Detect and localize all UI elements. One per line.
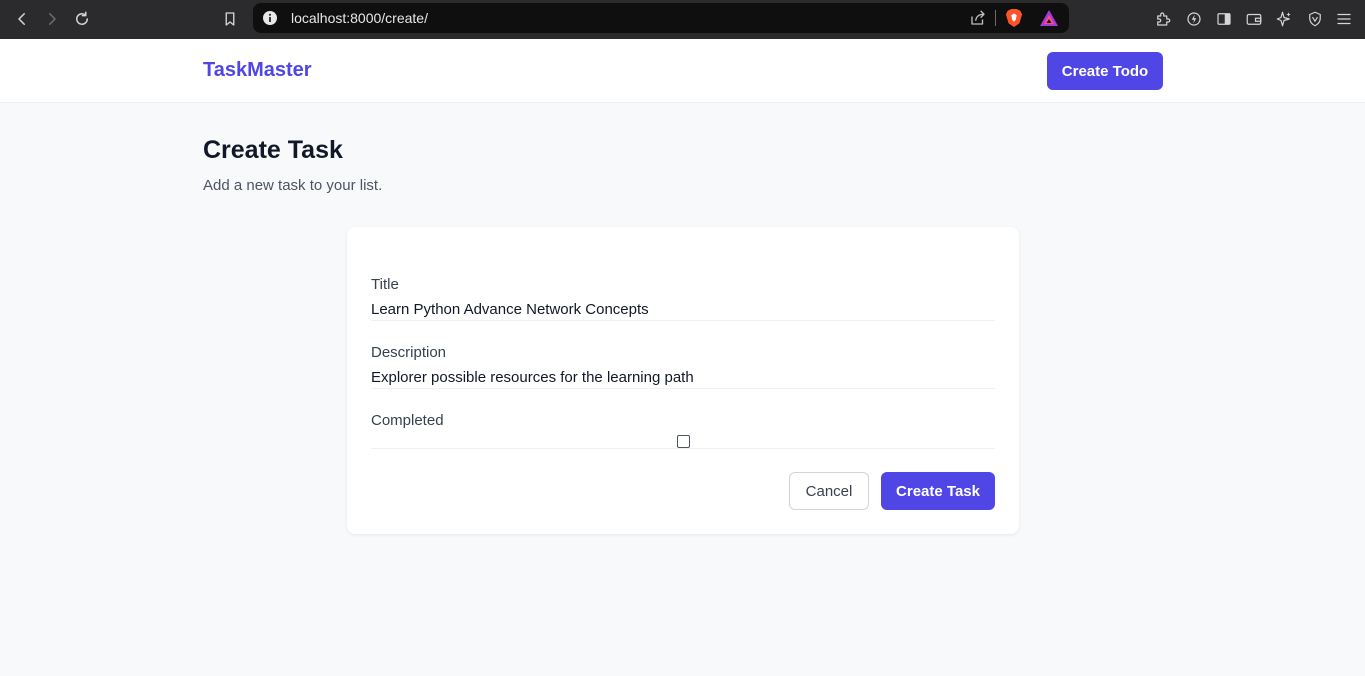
description-label: Description bbox=[371, 344, 447, 361]
site-info-icon[interactable] bbox=[262, 10, 278, 26]
title-label: Title bbox=[371, 276, 399, 293]
description-input[interactable] bbox=[371, 367, 995, 389]
reload-icon[interactable] bbox=[71, 8, 93, 30]
address-bar[interactable]: localhost:8000/create/ bbox=[253, 3, 1069, 33]
browser-toolbar: localhost:8000/create/ bbox=[0, 0, 1365, 39]
wallet-icon[interactable] bbox=[1244, 9, 1264, 29]
leo-ai-icon[interactable] bbox=[1184, 9, 1204, 29]
create-task-button[interactable]: Create Task bbox=[881, 472, 995, 510]
brave-shields-icon[interactable] bbox=[1005, 8, 1023, 28]
forward-arrow-icon[interactable] bbox=[41, 8, 63, 30]
sparkle-icon[interactable] bbox=[1274, 9, 1294, 29]
bookmark-icon[interactable] bbox=[219, 8, 241, 30]
completed-checkbox[interactable] bbox=[677, 435, 690, 448]
app-header: TaskMaster Create Todo bbox=[0, 39, 1365, 103]
page-title: Create Task bbox=[203, 136, 343, 164]
create-todo-button[interactable]: Create Todo bbox=[1047, 52, 1163, 90]
url-text[interactable]: localhost:8000/create/ bbox=[291, 10, 428, 26]
sidebar-icon[interactable] bbox=[1214, 9, 1234, 29]
vpn-shield-icon[interactable] bbox=[1305, 9, 1325, 29]
create-task-form: Title Description Completed Cancel Creat… bbox=[347, 227, 1019, 534]
cancel-button[interactable]: Cancel bbox=[789, 472, 869, 510]
completed-label: Completed bbox=[371, 412, 444, 429]
divider bbox=[995, 10, 996, 26]
menu-icon[interactable] bbox=[1334, 9, 1354, 29]
completed-field bbox=[371, 433, 995, 449]
share-icon[interactable] bbox=[969, 9, 987, 27]
back-arrow-icon[interactable] bbox=[11, 8, 33, 30]
page-subtitle: Add a new task to your list. bbox=[203, 177, 383, 194]
brand-logo[interactable]: TaskMaster bbox=[203, 59, 312, 82]
title-input[interactable] bbox=[371, 299, 995, 321]
extensions-icon[interactable] bbox=[1153, 9, 1173, 29]
brave-rewards-icon[interactable] bbox=[1039, 9, 1059, 27]
